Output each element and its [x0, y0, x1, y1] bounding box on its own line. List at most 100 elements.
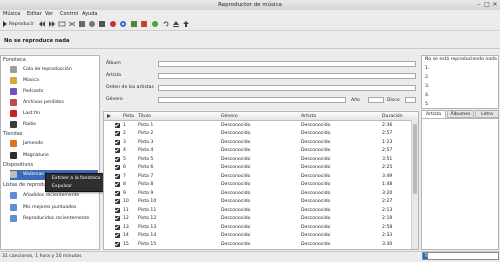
import-icon[interactable] — [151, 20, 159, 28]
menu-musica[interactable]: Música — [3, 11, 20, 17]
table-row[interactable]: 12 Pista 12 Desconocido Desconocido 2:19 — [104, 215, 410, 223]
queue-item[interactable]: 5. — [425, 102, 429, 107]
table-row[interactable]: 15 Pista 15 Desconocido Desconocido 3:30 — [104, 240, 410, 248]
tab-albums[interactable]: Álbumes — [447, 110, 474, 118]
cell-track: 2 — [123, 131, 126, 136]
table-row[interactable]: 3 Pista 3 Desconocido Desconocido 1:23 — [104, 138, 410, 146]
section-heading[interactable]: Fonoteca — [3, 57, 26, 63]
album-field[interactable] — [158, 61, 416, 67]
include-checkbox[interactable] — [115, 122, 120, 128]
include-checkbox[interactable] — [115, 131, 120, 136]
include-checkbox[interactable] — [115, 224, 120, 230]
sidebar-item-lastfm[interactable]: Last.fm — [10, 109, 98, 119]
close-icon[interactable]: ✕ — [491, 1, 499, 8]
include-checkbox[interactable] — [115, 173, 120, 179]
cd-icon[interactable] — [119, 20, 127, 28]
column-track[interactable]: Pista — [123, 114, 134, 119]
shuffle-icon[interactable] — [68, 20, 76, 28]
menu-ver[interactable]: Ver — [45, 11, 53, 17]
plugin-icon[interactable] — [109, 20, 117, 28]
table-row[interactable]: 9 Pista 9 Desconocido Desconocido 3:20 — [104, 189, 410, 197]
include-checkbox[interactable] — [115, 216, 120, 221]
table-row[interactable]: 2 Pista 2 Desconocido Desconocido 2:57 — [104, 130, 410, 138]
column-title[interactable]: Título — [138, 114, 151, 119]
sidebar-item-podcasts[interactable]: Podcasts — [10, 87, 98, 97]
tab-lyrics[interactable]: Letra — [475, 110, 499, 118]
visualizer-icon[interactable] — [130, 20, 138, 28]
stop-icon[interactable] — [98, 20, 106, 28]
next-icon[interactable] — [48, 20, 56, 28]
include-checkbox[interactable] — [115, 182, 120, 187]
queue-item[interactable]: 1. — [425, 66, 429, 71]
menu-editar[interactable]: Editar — [27, 11, 42, 17]
sidebar-item-magnatune[interactable]: Magnatune — [10, 151, 98, 161]
include-checkbox[interactable] — [115, 148, 120, 153]
radio-icon[interactable] — [88, 20, 96, 28]
column-duration[interactable]: Duración — [382, 114, 403, 119]
menu-ayuda[interactable]: Ayuda — [82, 11, 97, 17]
sidebar-item-music[interactable]: Música — [10, 76, 98, 86]
cell-genre: Desconocido — [221, 207, 251, 213]
queue-item[interactable]: 2. — [425, 75, 429, 80]
album-artist-field[interactable] — [158, 85, 416, 91]
column-artist[interactable]: Artista — [301, 114, 316, 119]
upload-icon[interactable] — [182, 20, 190, 28]
include-checkbox[interactable] — [115, 241, 120, 247]
browse-icon[interactable] — [78, 20, 86, 28]
menu-control[interactable]: Control — [60, 11, 78, 17]
table-row[interactable]: 6 Pista 6 Desconocido Desconocido 2:25 — [104, 164, 410, 172]
artist-field[interactable] — [158, 73, 416, 79]
cell-duration: 2:57 — [382, 148, 393, 153]
sidebar-item-radio[interactable]: Radio — [10, 120, 98, 130]
genre-field[interactable] — [158, 97, 346, 103]
queue-item[interactable]: 3. — [425, 84, 429, 89]
table-row[interactable]: 8 Pista 8 Desconocido Desconocido 1:48 — [104, 181, 410, 189]
queue-header: No se está reproduciendo nada — [425, 57, 497, 62]
menu-item-extract[interactable]: Extraer a la fonoteca — [52, 176, 100, 181]
year-field[interactable] — [368, 97, 384, 103]
queue-panel: No se está reproduciendo nada 1. 2. 3. 4… — [421, 55, 499, 109]
cell-genre: Desconocido — [221, 139, 251, 145]
table-row[interactable]: 14 Pista 14 Desconocido Desconocido 2:33 — [104, 232, 410, 240]
include-checkbox[interactable] — [115, 190, 120, 196]
section-heading[interactable]: Tiendas — [3, 131, 22, 137]
sidebar-item-recently-played[interactable]: Reproducidos recientemente — [10, 214, 98, 224]
table-row[interactable]: 5 Pista 5 Desconocido Desconocido 3:51 — [104, 155, 410, 163]
include-checkbox[interactable] — [115, 139, 120, 145]
tab-artist[interactable]: Artista — [421, 110, 446, 118]
section-heading[interactable]: Dispositivos — [3, 162, 33, 168]
include-checkbox[interactable] — [115, 207, 120, 213]
cell-genre: Desconocido — [221, 182, 251, 187]
vertical-scrollbar[interactable] — [411, 120, 418, 249]
scrollbar-thumb[interactable] — [413, 124, 417, 194]
sidebar-item-queue[interactable]: Cola de reproducción — [10, 65, 98, 75]
repeat-icon[interactable] — [58, 20, 66, 28]
include-checkbox[interactable] — [115, 233, 120, 238]
sidebar-item-lost-files[interactable]: Archivos perdidos — [10, 98, 98, 108]
cell-artist: Desconocido — [301, 199, 331, 204]
sidebar-item-recently-added[interactable]: Añadidos recientemente — [10, 191, 98, 201]
menu-item-eject[interactable]: Expulsar — [52, 184, 72, 189]
include-checkbox[interactable] — [115, 165, 120, 170]
maximize-icon[interactable]: □ — [483, 1, 491, 8]
include-checkbox[interactable] — [115, 156, 120, 162]
column-genre[interactable]: Género — [221, 114, 238, 119]
disc-field[interactable] — [405, 97, 416, 103]
include-checkbox[interactable] — [115, 199, 120, 204]
cell-artist: Desconocido — [301, 224, 331, 230]
sort-icon[interactable] — [106, 113, 112, 119]
repeat-icon[interactable] — [162, 20, 170, 28]
table-row[interactable]: 11 Pista 11 Desconocido Desconocido 2:13 — [104, 206, 410, 214]
previous-icon[interactable] — [38, 20, 46, 28]
sidebar-item-jamendo[interactable]: Jamendo — [10, 139, 98, 149]
sidebar-item-top-rated[interactable]: Mis mejores puntuados — [10, 203, 98, 213]
downloads-icon[interactable] — [140, 20, 148, 28]
table-row[interactable]: 1 Pista 1 Desconocido Desconocido 2:36 — [104, 121, 410, 129]
minimize-icon[interactable]: – — [475, 1, 483, 8]
table-row[interactable]: 7 Pista 7 Desconocido Desconocido 3:49 — [104, 172, 410, 180]
queue-item[interactable]: 4. — [425, 93, 429, 98]
table-row[interactable]: 4 Pista 4 Desconocido Desconocido 2:57 — [104, 147, 410, 155]
eject-icon[interactable] — [172, 20, 180, 28]
table-row[interactable]: 10 Pista 10 Desconocido Desconocido 2:27 — [104, 198, 410, 206]
table-row[interactable]: 13 Pista 13 Desconocido Desconocido 2:58 — [104, 223, 410, 231]
